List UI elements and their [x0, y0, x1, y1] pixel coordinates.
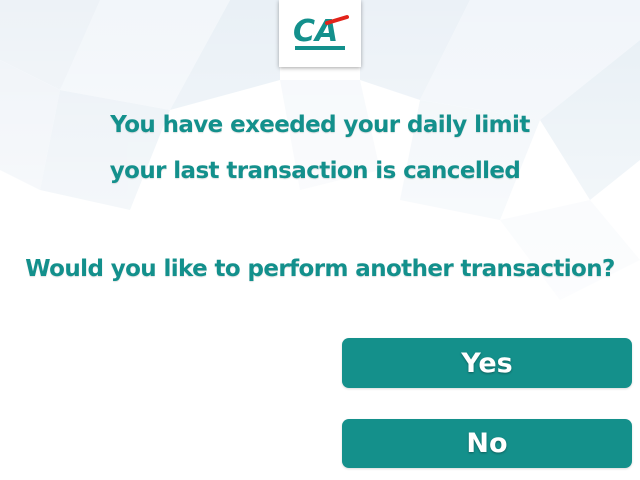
background-pattern	[0, 0, 640, 480]
yes-button-label: Yes	[461, 347, 513, 379]
no-button-label: No	[466, 428, 508, 459]
credit-agricole-logo-icon: CA	[293, 14, 349, 50]
another-transaction-question: Would you like to perform another transa…	[25, 256, 615, 282]
atm-screen: CA You have exeeded your daily limit you…	[0, 0, 640, 480]
yes-button[interactable]: Yes	[342, 338, 632, 388]
transaction-cancelled-message: your last transaction is cancelled	[109, 158, 521, 184]
logo-lettering: CA	[293, 14, 338, 49]
logo-underline	[295, 45, 345, 50]
bank-logo: CA	[279, 0, 361, 67]
no-button[interactable]: No	[342, 419, 632, 468]
limit-exceeded-message: You have exeeded your daily limit	[110, 112, 530, 138]
